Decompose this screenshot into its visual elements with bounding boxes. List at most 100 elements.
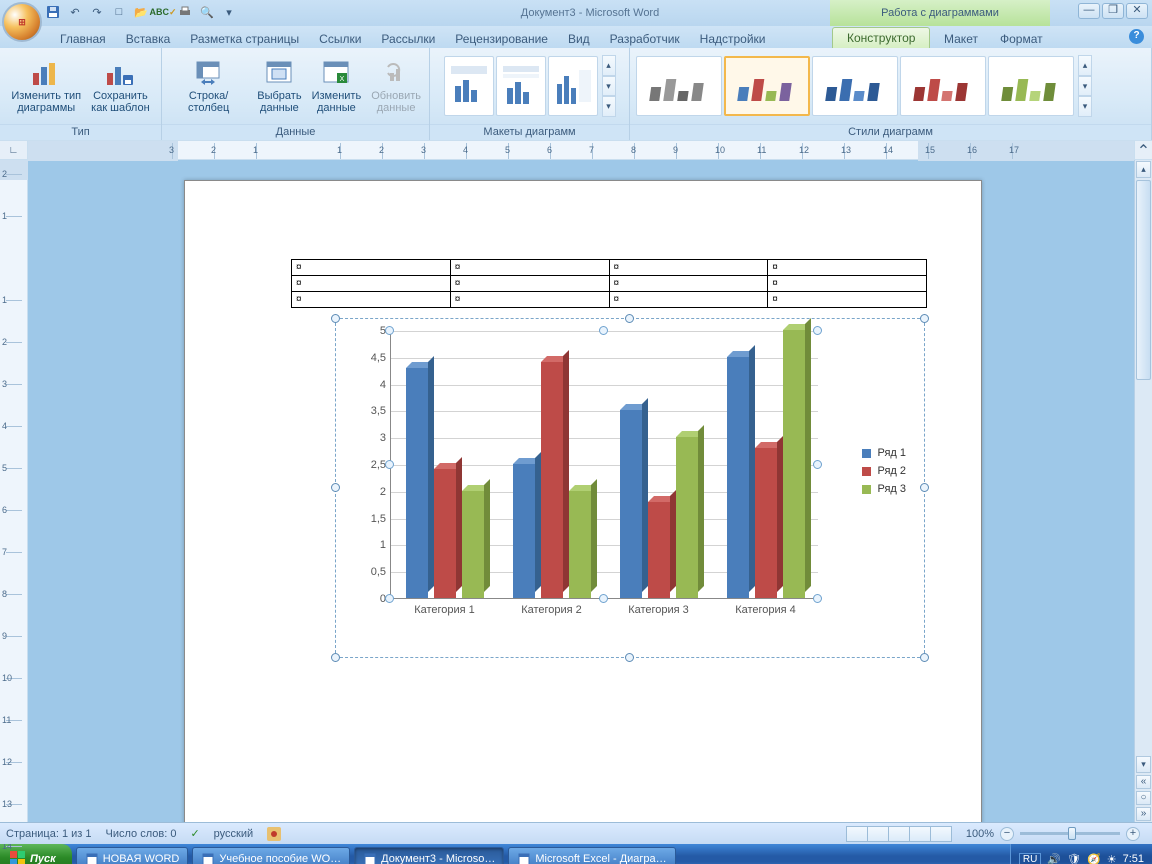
scroll-down-button[interactable]: ▾ <box>1136 756 1151 773</box>
ruler-corner[interactable]: ∟ <box>0 141 28 159</box>
tray-icon[interactable]: 🔊 <box>1047 853 1061 864</box>
taskbar-item[interactable]: Документ3 - Microso… <box>354 847 504 864</box>
style-option-3[interactable] <box>812 56 898 116</box>
view-outline[interactable] <box>909 826 931 842</box>
save-as-template-button[interactable]: Сохранить как шаблон <box>87 56 154 116</box>
style-option-2[interactable] <box>724 56 810 116</box>
svg-text:X: X <box>340 76 345 83</box>
tab-home[interactable]: Главная <box>50 29 116 48</box>
redo-icon[interactable]: ↷ <box>88 3 106 21</box>
scroll-up-button[interactable]: ▴ <box>1136 161 1151 178</box>
scroll-thumb[interactable] <box>1136 180 1151 380</box>
zoom-control: 100% − + <box>966 827 1140 841</box>
tab-mailings[interactable]: Рассылки <box>371 29 445 48</box>
ruler-toggle[interactable]: ⌃ <box>1134 141 1152 159</box>
tab-insert[interactable]: Вставка <box>116 29 181 48</box>
language-indicator[interactable]: RU <box>1019 853 1041 864</box>
style-option-5[interactable] <box>988 56 1074 116</box>
styles-scroller[interactable]: ▴▾▾ <box>1078 55 1092 117</box>
view-full-reading[interactable] <box>867 826 889 842</box>
taskbar-item[interactable]: Учебное пособие WO… <box>192 847 350 864</box>
ruler-bar: ∟ 3211234567891011121314151617 ⌃ <box>0 140 1152 160</box>
system-tray: RU 🔊 🛡 🧭 ☀ 7:51 <box>1010 844 1152 864</box>
document-canvas[interactable]: Категория 1Категория 2Категория 3Категор… <box>28 160 1134 822</box>
window-title: Документ3 - Microsoft Word <box>380 7 800 19</box>
zoom-in-button[interactable]: + <box>1126 827 1140 841</box>
zoom-slider[interactable] <box>1020 832 1120 835</box>
vertical-ruler[interactable]: 211234567891011121314 <box>0 160 28 822</box>
qat-more-icon[interactable]: ▾ <box>220 3 238 21</box>
close-button[interactable]: ✕ <box>1126 3 1148 19</box>
ribbon: Изменить тип диаграммы Сохранить как шаб… <box>0 48 1152 140</box>
tab-design[interactable]: Конструктор <box>832 27 930 48</box>
switch-row-col-button[interactable]: Строка/столбец <box>166 56 251 116</box>
ribbon-tabs: Главная Вставка Разметка страницы Ссылки… <box>0 26 1152 48</box>
style-option-1[interactable] <box>636 56 722 116</box>
next-page-button[interactable]: » <box>1136 807 1151 821</box>
clock[interactable]: 7:51 <box>1123 853 1144 864</box>
refresh-icon <box>381 58 411 88</box>
browse-select-button[interactable]: ○ <box>1136 791 1151 805</box>
tab-chart-layout[interactable]: Макет <box>934 29 988 48</box>
open-icon[interactable]: 📂 <box>132 3 150 21</box>
document-table[interactable] <box>291 259 927 308</box>
group-data-label: Данные <box>162 124 429 140</box>
tab-references[interactable]: Ссылки <box>309 29 371 48</box>
spell-icon[interactable]: ABC✓ <box>154 3 172 21</box>
tab-addins[interactable]: Надстройки <box>690 29 776 48</box>
browse-object: « ○ » <box>1135 774 1152 822</box>
change-chart-type-button[interactable]: Изменить тип диаграммы <box>7 56 85 116</box>
status-words[interactable]: Число слов: 0 <box>106 828 177 840</box>
view-buttons <box>847 826 952 842</box>
undo-icon[interactable]: ↶ <box>66 3 84 21</box>
tab-developer[interactable]: Разработчик <box>600 29 690 48</box>
restore-button[interactable]: ❐ <box>1102 3 1124 19</box>
prev-page-button[interactable]: « <box>1136 775 1151 789</box>
chart-plot[interactable]: Категория 1Категория 2Категория 3Категор… <box>368 331 818 599</box>
tab-view[interactable]: Вид <box>558 29 600 48</box>
windows-logo-icon <box>10 851 26 864</box>
tray-icon[interactable]: ☀ <box>1107 853 1117 864</box>
horizontal-ruler[interactable]: 3211234567891011121314151617 <box>28 141 1134 159</box>
status-page[interactable]: Страница: 1 из 1 <box>6 828 92 840</box>
layout-option-3[interactable] <box>548 56 598 116</box>
macro-rec-icon[interactable] <box>267 827 281 841</box>
view-web-layout[interactable] <box>888 826 910 842</box>
zoom-out-button[interactable]: − <box>1000 827 1014 841</box>
layout-option-2[interactable] <box>496 56 546 116</box>
refresh-data-button: Обновить данные <box>367 56 425 116</box>
view-print-layout[interactable] <box>846 826 868 842</box>
tab-review[interactable]: Рецензирование <box>445 29 558 48</box>
new-icon[interactable]: □ <box>110 3 128 21</box>
select-data-icon <box>264 58 294 88</box>
vertical-scrollbar[interactable]: ▴ ▾ « ○ » <box>1134 160 1152 822</box>
print-preview-icon[interactable]: 🔍 <box>198 3 216 21</box>
layout-option-1[interactable] <box>444 56 494 116</box>
chart-layouts-gallery <box>444 56 600 116</box>
status-bar: Страница: 1 из 1 Число слов: 0 ✓ русский… <box>0 822 1152 844</box>
title-bar: ⊞ ↶ ↷ □ 📂 ABC✓ 🔍 ▾ Документ3 - Microsoft… <box>0 0 1152 26</box>
office-button[interactable]: ⊞ <box>2 2 42 42</box>
tab-chart-format[interactable]: Формат <box>990 29 1053 48</box>
edit-data-button[interactable]: X Изменить данные <box>308 56 366 116</box>
tab-page-layout[interactable]: Разметка страницы <box>180 29 309 48</box>
taskbar-item[interactable]: Microsoft Excel - Диагра… <box>508 847 675 864</box>
print-icon[interactable] <box>176 3 194 21</box>
minimize-button[interactable]: — <box>1078 3 1100 19</box>
chart-object[interactable]: Категория 1Категория 2Категория 3Категор… <box>335 318 925 658</box>
save-icon[interactable] <box>44 3 62 21</box>
layouts-scroller[interactable]: ▴▾▾ <box>602 55 616 117</box>
style-option-4[interactable] <box>900 56 986 116</box>
help-icon[interactable]: ? <box>1129 29 1144 44</box>
group-layouts-label: Макеты диаграмм <box>430 124 629 140</box>
tray-icon[interactable]: 🧭 <box>1087 853 1101 864</box>
chart-legend[interactable]: Ряд 1Ряд 2Ряд 3 <box>862 447 906 501</box>
spellcheck-icon[interactable]: ✓ <box>190 827 199 840</box>
select-data-button[interactable]: Выбрать данные <box>253 56 305 116</box>
status-language[interactable]: русский <box>214 828 253 840</box>
taskbar-item[interactable]: НОВАЯ WORD <box>76 847 189 864</box>
edit-data-icon: X <box>321 58 351 88</box>
view-draft[interactable] <box>930 826 952 842</box>
tray-icon[interactable]: 🛡 <box>1067 853 1081 864</box>
zoom-value[interactable]: 100% <box>966 828 994 840</box>
